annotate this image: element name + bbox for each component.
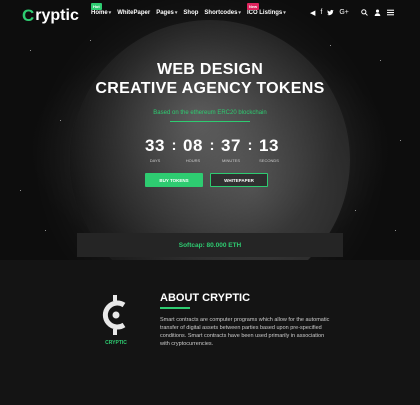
new-badge: New — [246, 3, 260, 10]
about-divider — [160, 307, 190, 309]
nav-tools — [361, 9, 394, 18]
cryptic-logo-icon — [100, 295, 130, 335]
countdown-seconds: 13 SECONDS — [256, 136, 282, 163]
search-icon[interactable] — [361, 9, 368, 18]
countdown-days: 33 DAYS — [142, 136, 168, 163]
nav-item-home[interactable]: Hot Home▾ — [91, 3, 112, 16]
chevron-down-icon: ▾ — [283, 10, 286, 16]
nav-item-label: Shortcodes — [204, 10, 238, 16]
main-menu: Hot Home▾ WhitePaper Pages▾ Shop Shortco… — [91, 3, 286, 16]
countdown-value: 13 — [259, 136, 279, 155]
menu-icon[interactable] — [387, 9, 394, 18]
google-plus-icon[interactable]: G+ — [339, 9, 349, 18]
countdown-label: DAYS — [149, 158, 161, 163]
hero-title-line1: WEB DESIGN — [156, 61, 264, 78]
logo-text: ryptic — [35, 7, 79, 24]
hero-title-line2: CREATIVE AGENCY TOKENS — [95, 80, 325, 97]
countdown-label: MINUTES — [222, 158, 240, 163]
nav-item-label: WhitePaper — [117, 10, 151, 16]
countdown-minutes: 37 MINUTES — [218, 136, 244, 163]
nav-item-shortcodes[interactable]: Shortcodes▾ — [204, 10, 241, 16]
about-logo-label: CRYPTIC — [105, 340, 127, 346]
countdown-label: HOURS — [185, 158, 201, 163]
buy-tokens-button[interactable]: BUY TOKENS — [145, 173, 203, 187]
chevron-down-icon: ▾ — [108, 10, 112, 16]
twitter-icon[interactable] — [327, 9, 334, 18]
countdown-value: 37 — [221, 136, 241, 155]
user-icon[interactable] — [374, 9, 381, 18]
hero-subtitle: Based on the ethereum ERC20 blockchain — [153, 110, 267, 116]
countdown-label: SECONDS — [259, 158, 279, 163]
chevron-down-icon: ▾ — [174, 10, 178, 16]
countdown-separator: : — [209, 137, 215, 154]
social-links: ◀ f G+ — [310, 9, 349, 18]
nav-item-ico-listings[interactable]: New ICO Listings▾ — [246, 3, 286, 16]
facebook-icon[interactable]: f — [320, 9, 322, 18]
softcap-text: Softcap: 80.000 ETH — [178, 241, 242, 249]
countdown-separator: : — [171, 137, 177, 154]
nav-item-label: Home — [91, 10, 108, 16]
logo-mark: C — [22, 6, 35, 25]
countdown-value: 08 — [183, 136, 203, 155]
chevron-down-icon: ▾ — [238, 10, 241, 16]
about-text: Smart contracts are computer programs wh… — [160, 317, 330, 347]
nav-item-label: Pages — [156, 10, 174, 16]
countdown-separator: : — [247, 137, 253, 154]
nav-item-pages[interactable]: Pages▾ — [156, 10, 177, 16]
softcap-bar: Softcap: 80.000 ETH — [77, 233, 343, 257]
telegram-icon[interactable]: ◀ — [310, 9, 315, 18]
hero-section — [0, 0, 420, 260]
about-title: ABOUT CRYPTIC — [160, 292, 251, 304]
whitepaper-button[interactable]: WHITEPAPER — [210, 173, 268, 187]
brand-logo[interactable]: C ryptic — [22, 6, 79, 26]
countdown-timer: 33 DAYS : 08 HOURS : 37 MINUTES : 13 SEC… — [142, 136, 282, 163]
subtitle-divider — [170, 121, 250, 122]
countdown-value: 33 — [145, 136, 165, 155]
nav-item-label: Shop — [183, 10, 199, 16]
nav-item-whitepaper[interactable]: WhitePaper — [117, 10, 150, 16]
top-navbar: C ryptic Hot Home▾ WhitePaper Pages▾ Sho… — [0, 0, 420, 30]
hot-badge: Hot — [91, 3, 102, 10]
nav-item-shop[interactable]: Shop — [183, 10, 198, 16]
countdown-hours: 08 HOURS — [180, 136, 206, 163]
nav-item-label: ICO Listings — [246, 10, 283, 16]
